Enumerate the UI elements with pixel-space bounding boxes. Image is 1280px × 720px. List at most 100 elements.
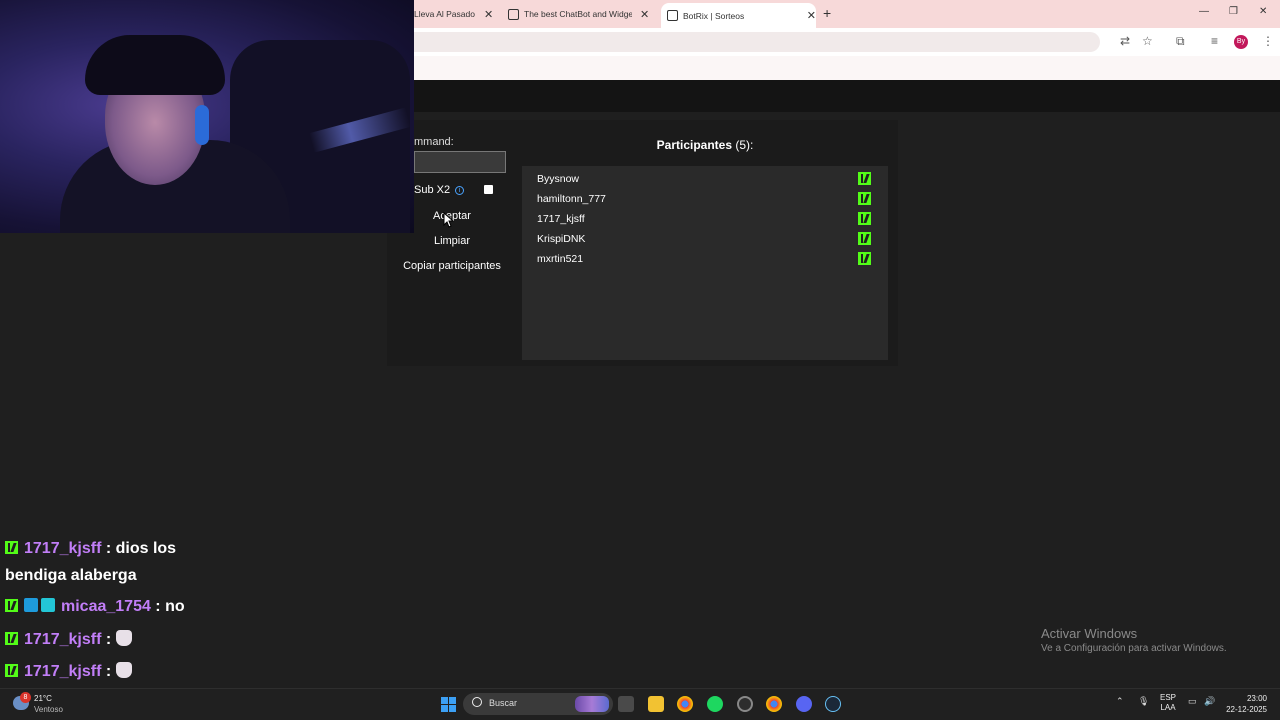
emote-icon <box>115 662 132 678</box>
bookmark-star-icon[interactable]: ☆ <box>1142 34 1153 48</box>
menu-kebab-icon[interactable]: ⋮ <box>1262 34 1274 48</box>
sub-x2-option: Sub X2 i <box>414 184 465 196</box>
tab-chatbot-widgets[interactable]: The best ChatBot and Widgets ✕ <box>508 3 656 25</box>
clock-time: 23:00 <box>1246 694 1267 703</box>
language-code: ESP <box>1160 693 1177 702</box>
chat-message-continuation: bendiga alaberga <box>5 567 137 584</box>
activation-watermark-subtitle: Ve a Configuración para activar Windows. <box>1041 643 1227 654</box>
translate-icon[interactable]: ⇄ <box>1120 34 1130 48</box>
webcam-streamer-cap <box>85 35 225 95</box>
screen: Lleva Al Pasado C ✕ The best ChatBot and… <box>0 0 1280 720</box>
chat-separator: : <box>150 598 166 615</box>
spotify-icon[interactable] <box>707 696 723 712</box>
participants-count: (5): <box>735 138 754 152</box>
start-button-icon[interactable] <box>441 697 456 712</box>
kick-badge-icon <box>5 664 18 677</box>
search-placeholder: Buscar <box>489 698 518 708</box>
chat-message: 1717_kjsff : <box>5 630 132 649</box>
sub-x2-label: Sub X2 <box>414 184 451 196</box>
kick-bot-favicon-icon <box>508 8 519 20</box>
participants-list: Byysnow hamiltonn_777 1717_kjsff KrispiD… <box>522 166 888 360</box>
participant-name: KrispiDNK <box>537 233 586 245</box>
chat-username: micaa_1754 <box>61 598 151 615</box>
weather-description: Ventoso <box>34 705 63 714</box>
chat-message: 1717_kjsff : <box>5 662 132 681</box>
tab-title: The best ChatBot and Widgets <box>524 9 632 19</box>
sub-x2-checkbox[interactable] <box>484 185 493 194</box>
participant-name: mxrtin521 <box>537 253 584 265</box>
chat-message: 1717_kjsff : dios los <box>5 540 176 558</box>
chat-text: no <box>165 598 185 615</box>
subscriber-badge-icon <box>24 598 38 612</box>
new-tab-icon[interactable]: + <box>823 5 831 21</box>
kick-logo-icon <box>858 252 871 265</box>
chat-text: dios los <box>115 540 177 557</box>
participant-row[interactable]: Byysnow <box>522 168 888 188</box>
close-tab-icon[interactable]: ✕ <box>807 9 816 22</box>
clock-date: 22-12-2025 <box>1226 705 1267 714</box>
tab-title: BotRix | Sorteos <box>682 10 745 21</box>
discord-icon[interactable] <box>796 696 812 712</box>
task-view-icon[interactable] <box>618 696 634 712</box>
mouse-cursor-icon <box>443 212 454 228</box>
botrix-favicon-icon <box>667 10 678 21</box>
kick-badge-icon <box>5 632 18 645</box>
info-icon[interactable]: i <box>455 185 465 195</box>
profile-avatar[interactable]: By <box>1234 35 1248 49</box>
file-explorer-icon[interactable] <box>648 696 664 712</box>
microphone-icon[interactable]: 🎙 <box>1138 696 1149 707</box>
kick-logo-icon <box>858 232 871 245</box>
tab-botrix-sorteos[interactable]: BotRix | Sorteos ✕ <box>661 3 816 28</box>
participant-row[interactable]: KrispiDNK <box>522 228 888 248</box>
chat-message: micaa_1754 : no <box>5 598 185 616</box>
chrome-icon[interactable] <box>677 696 693 712</box>
restore-icon[interactable]: ❐ <box>1229 6 1238 17</box>
system-clock[interactable]: 23:00 22-12-2025 <box>1222 693 1267 715</box>
tray-overflow-icon[interactable]: ⌃ <box>1116 696 1124 707</box>
participants-title: Participantes <box>656 138 733 152</box>
participant-row[interactable]: hamiltonn_777 <box>522 188 888 208</box>
obs-icon[interactable] <box>737 696 753 712</box>
close-window-icon[interactable]: ✕ <box>1259 6 1267 17</box>
participant-row[interactable]: mxrtin521 <box>522 248 888 268</box>
windows-taskbar <box>0 688 1280 720</box>
webcam-overlay <box>0 0 414 233</box>
kick-logo-icon <box>858 212 871 225</box>
chat-separator: : <box>101 631 116 648</box>
language-indicator[interactable]: ESP LAA <box>1160 693 1176 713</box>
close-tab-icon[interactable]: ✕ <box>640 8 649 21</box>
command-label: mmand: <box>414 136 454 148</box>
clear-button[interactable]: Limpiar <box>414 235 490 247</box>
search-highlight-icon <box>575 696 609 712</box>
taskbar-search[interactable]: Buscar <box>463 693 613 715</box>
search-icon <box>472 697 482 707</box>
kick-logo-icon <box>858 192 871 205</box>
activation-watermark-title: Activar Windows <box>1041 626 1138 641</box>
close-tab-icon[interactable]: ✕ <box>484 8 493 21</box>
chat-username: 1717_kjsff <box>24 631 102 648</box>
chrome-profile-icon[interactable] <box>766 696 782 712</box>
temperature: 21°C <box>34 694 52 703</box>
extensions-icon[interactable]: ⧉ <box>1176 34 1185 49</box>
steam-icon[interactable] <box>825 696 841 712</box>
participant-name: hamiltonn_777 <box>537 193 606 205</box>
emote-icon <box>115 630 132 646</box>
chat-separator: : <box>101 663 116 680</box>
notification-badge: 8 <box>20 692 31 703</box>
copy-participants-button[interactable]: Copiar participantes <box>397 260 507 272</box>
tab-title: Lleva Al Pasado C <box>414 9 476 19</box>
keyboard-layout: LAA <box>1160 703 1176 712</box>
kick-badge-icon <box>5 599 18 612</box>
volume-icon[interactable]: 🔊 <box>1204 696 1215 707</box>
network-icon[interactable]: ▭ <box>1188 696 1197 707</box>
chat-username: 1717_kjsff <box>24 540 102 557</box>
chat-separator: : <box>101 540 116 557</box>
tab-lleva-al-pasado[interactable]: Lleva Al Pasado C ✕ <box>414 3 504 25</box>
media-controls-icon[interactable]: ≡ <box>1211 34 1218 48</box>
chat-username: 1717_kjsff <box>24 663 102 680</box>
minimize-icon[interactable]: — <box>1199 6 1209 17</box>
participant-name: Byysnow <box>537 173 580 185</box>
webcam-headset <box>195 105 209 145</box>
command-input[interactable] <box>414 151 506 173</box>
participant-row[interactable]: 1717_kjsff <box>522 208 888 228</box>
